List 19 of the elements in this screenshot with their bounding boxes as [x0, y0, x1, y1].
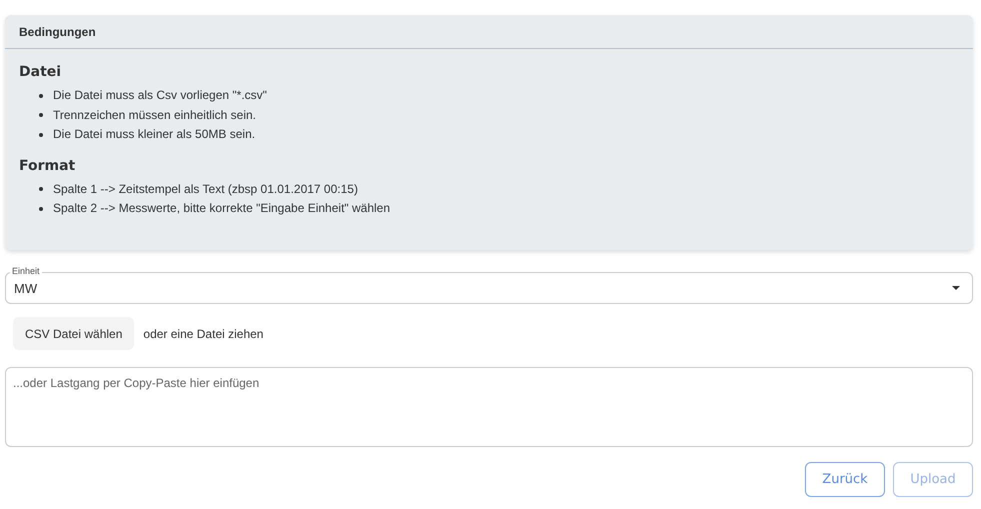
paste-field[interactable]: ...oder Lastgang per Copy-Paste hier einfügen: [5, 367, 973, 447]
list-item: Spalte 1 --> Zeitstempel als Text (zbsp 01.01.2017 00:15): [53, 180, 358, 198]
bullet-icon: [39, 132, 43, 137]
card-title: Bedingungen: [19, 24, 96, 38]
bullet-icon: [39, 206, 43, 211]
list-item: Spalte 2 --> Messwerte, bitte korrekte "Eingabe Einheit" wählen: [53, 200, 390, 217]
list-item: Trennzeichen müssen einheitlich sein.: [53, 106, 256, 124]
choose-file-button[interactable]: CSV Datei wählen: [13, 317, 134, 350]
select-value: MW: [14, 280, 38, 296]
bullet-icon: [39, 94, 43, 98]
list-item: Die Datei muss als Csv vorliegen "*.csv": [53, 87, 267, 104]
caret-icon: [952, 286, 960, 290]
section-heading: Datei: [19, 64, 62, 80]
drop-hint: oder eine Datei ziehen: [143, 326, 264, 340]
field-label: Einheit: [10, 265, 42, 277]
list-item: Die Datei muss kleiner als 50MB sein.: [53, 126, 256, 143]
bullet-icon: [39, 187, 43, 192]
bullet-icon: [39, 113, 43, 118]
section-heading: Format: [19, 158, 76, 174]
